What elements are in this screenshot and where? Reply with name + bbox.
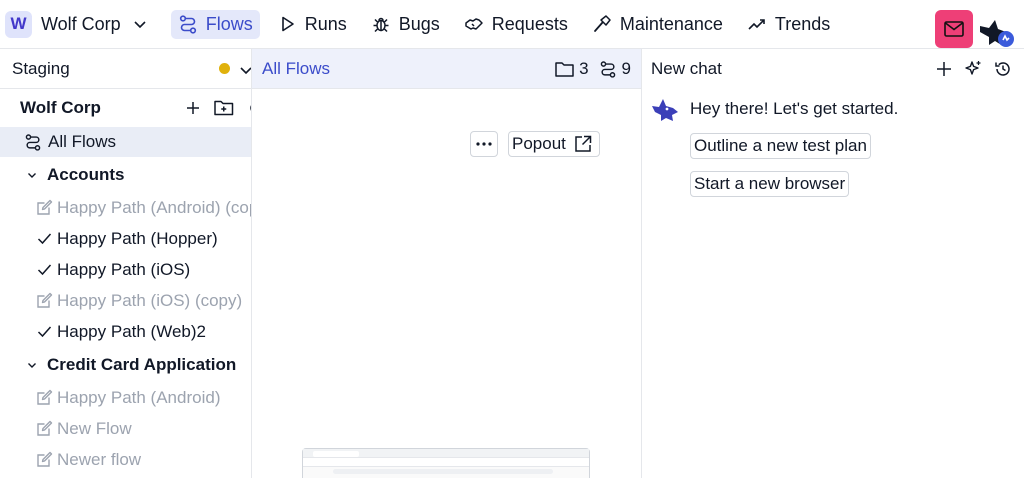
top-nav-bar: W Wolf Corp Flows Runs Bugs Requests Mai…	[0, 0, 1024, 49]
org-switcher[interactable]: W Wolf Corp	[0, 0, 147, 49]
workspace-title: Wolf Corp	[20, 98, 101, 117]
assistant-greeting: Hey there! Let's get started.	[650, 96, 898, 122]
folder-credit-card-application[interactable]: Credit Card Application	[0, 347, 251, 382]
flow-label: New Flow	[57, 418, 132, 438]
flow-label: Happy Path (Hopper)	[57, 228, 218, 248]
popout-button[interactable]: Popout	[508, 131, 600, 157]
sparkle-icon[interactable]	[964, 60, 982, 83]
flow-item[interactable]: New Flow	[0, 413, 251, 444]
flow-item[interactable]: Happy Path (Android)	[0, 382, 251, 413]
nav-bugs-label: Bugs	[398, 13, 440, 34]
inbox-button[interactable]	[935, 10, 973, 48]
more-options-button[interactable]	[470, 131, 498, 157]
flows-icon	[600, 61, 615, 78]
mail-icon	[944, 21, 964, 37]
org-name: Wolf Corp	[41, 13, 121, 34]
flow-label: Happy Path (iOS)	[57, 259, 191, 279]
new-chat-icon[interactable]	[936, 61, 952, 82]
flow-item[interactable]: Newer flow	[0, 444, 251, 475]
all-flows-item[interactable]: All Flows	[0, 127, 251, 157]
trend-icon	[748, 19, 765, 30]
suggestion-start-browser[interactable]: Start a new browser	[690, 171, 850, 197]
nav-runs-label: Runs	[304, 13, 347, 34]
folder-count: 3	[579, 59, 589, 78]
nav-trends[interactable]: Trends	[740, 10, 837, 39]
check-icon	[37, 264, 52, 276]
all-flows-label: All Flows	[48, 132, 117, 151]
flow-count: 9	[621, 59, 631, 78]
chevron-down-icon	[133, 17, 147, 31]
nav-flows-label: Flows	[205, 13, 253, 34]
nav-maintenance[interactable]: Maintenance	[585, 10, 730, 39]
flow-label: Happy Path (Android) (copy)	[57, 197, 252, 217]
add-folder-icon[interactable]	[214, 99, 234, 121]
chevron-down-icon	[28, 172, 36, 178]
nav-runs[interactable]: Runs	[270, 10, 354, 39]
chat-header: New chat	[642, 49, 1024, 89]
environment-status-dot	[219, 63, 230, 74]
flow-sidebar: Staging Wolf Corp All Flows Accounts Hap…	[0, 49, 252, 478]
greeting-text: Hey there! Let's get started.	[690, 99, 899, 118]
flows-icon	[179, 15, 196, 34]
play-icon	[281, 16, 294, 32]
bug-icon	[373, 17, 389, 33]
flow-item[interactable]: Happy Path (Hopper)	[0, 223, 251, 254]
flow-label: Happy Path (Web)2	[57, 321, 206, 341]
flow-item[interactable]: Happy Path (Web)2	[0, 316, 251, 347]
check-icon	[37, 326, 52, 338]
folder-name: Credit Card Application	[47, 354, 237, 374]
edit-draft-icon	[37, 389, 53, 405]
suggestion-outline-test-plan[interactable]: Outline a new test plan	[690, 133, 871, 159]
edit-draft-icon	[37, 420, 53, 436]
chat-title: New chat	[651, 59, 722, 78]
hammer-icon	[593, 15, 611, 32]
flow-item[interactable]: Happy Path (iOS)	[0, 254, 251, 285]
check-icon	[37, 233, 52, 245]
edit-draft-icon	[37, 451, 53, 467]
org-badge: W	[5, 10, 32, 38]
environment-selector[interactable]: Staging	[0, 49, 251, 89]
history-icon[interactable]	[994, 60, 1012, 83]
nav-requests-label: Requests	[491, 13, 568, 34]
user-avatar[interactable]	[976, 12, 1016, 50]
nav-trends-label: Trends	[774, 13, 831, 34]
chevron-down-icon	[28, 362, 36, 368]
wolf-assistant-icon	[652, 99, 678, 121]
nav-requests[interactable]: Requests	[457, 10, 575, 39]
add-flow-icon[interactable]	[186, 100, 200, 120]
folder-icon	[555, 62, 574, 77]
flow-label: Happy Path (iOS) (copy)	[57, 290, 243, 310]
handshake-icon	[465, 18, 483, 30]
flow-counts: 3 9	[555, 59, 631, 79]
edit-draft-icon	[37, 292, 53, 308]
flow-item[interactable]: Happy Path (Android) (copy)	[0, 192, 251, 223]
nav-maintenance-label: Maintenance	[619, 13, 723, 34]
ellipsis-icon	[476, 142, 492, 146]
panel-header: All Flows 3 9	[252, 49, 641, 89]
chat-panel: New chat Hey there! Let's get started. O…	[642, 49, 1024, 478]
workspace-header: Wolf Corp	[0, 89, 251, 127]
flow-detail-panel: All Flows 3 9 Popout	[252, 49, 642, 478]
flow-label: Newer flow	[57, 449, 142, 469]
wolf-logo-icon	[980, 20, 1014, 47]
folder-accounts[interactable]: Accounts	[0, 157, 251, 192]
nav-bugs[interactable]: Bugs	[364, 10, 447, 39]
popout-label: Popout	[512, 134, 566, 153]
external-link-icon	[575, 135, 592, 152]
main-nav: Flows Runs Bugs Requests Maintenance Tre…	[170, 0, 848, 49]
chevron-down-icon	[239, 62, 251, 82]
panel-title: All Flows	[262, 58, 331, 78]
flows-icon	[25, 134, 41, 151]
folder-name: Accounts	[47, 164, 125, 184]
browser-preview-thumbnail[interactable]	[302, 448, 590, 478]
flow-item[interactable]: Happy Path (iOS) (copy)	[0, 285, 251, 316]
nav-flows[interactable]: Flows	[170, 9, 260, 39]
edit-draft-icon	[37, 199, 53, 215]
environment-label: Staging	[12, 58, 70, 78]
flow-label: Happy Path (Android)	[57, 387, 221, 407]
